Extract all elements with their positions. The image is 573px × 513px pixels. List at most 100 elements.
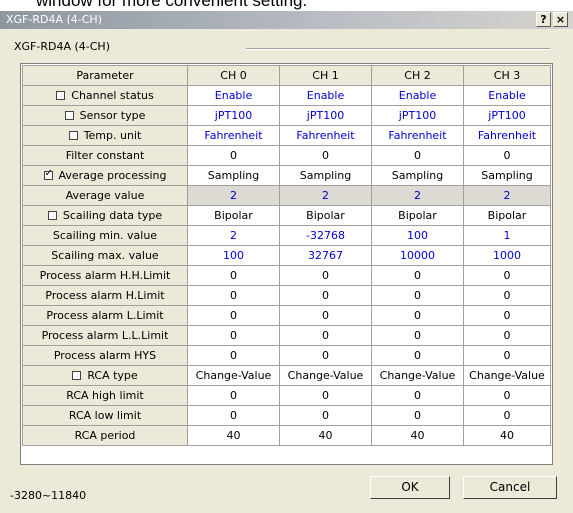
parameter-label: Sensor type [22, 105, 188, 126]
cell-ch3[interactable]: Change-Value [463, 365, 551, 386]
cell-ch3[interactable]: 0 [463, 385, 551, 406]
cell-ch0[interactable]: Enable [187, 85, 280, 106]
cell-ch0[interactable]: 0 [187, 385, 280, 406]
cell-ch1[interactable]: 0 [279, 145, 372, 166]
cell-ch1[interactable]: Bipolar [279, 205, 372, 226]
cell-ch2[interactable]: 10000 [371, 245, 464, 266]
cell-ch3[interactable]: 0 [463, 405, 551, 426]
table-row: Scailing max. value 100 32767 10000 1000 [22, 245, 551, 266]
cell-ch3[interactable]: 1000 [463, 245, 551, 266]
cell-ch1[interactable]: Fahrenheit [279, 125, 372, 146]
cell-ch0[interactable]: 100 [187, 245, 280, 266]
cell-ch3[interactable]: 0 [463, 345, 551, 366]
cell-ch2[interactable]: 0 [371, 325, 464, 346]
parameter-label: Scailing data type [22, 205, 188, 226]
cell-ch2[interactable]: 0 [371, 265, 464, 286]
cell-ch2[interactable]: 0 [371, 385, 464, 406]
parameter-label-text: Process alarm L.Limit [46, 309, 164, 322]
cell-ch0[interactable]: 0 [187, 285, 280, 306]
cell-ch3[interactable]: 1 [463, 225, 551, 246]
cell-ch1[interactable]: 0 [279, 385, 372, 406]
cell-ch0[interactable]: Bipolar [187, 205, 280, 226]
cell-ch1[interactable]: 2 [279, 185, 372, 206]
group-label: XGF-RD4A (4-CH) [14, 40, 110, 53]
cell-ch2[interactable]: Enable [371, 85, 464, 106]
cell-ch1[interactable]: Enable [279, 85, 372, 106]
help-button[interactable]: ? [536, 12, 551, 27]
checkbox[interactable] [72, 371, 82, 380]
cell-ch2[interactable]: Fahrenheit [371, 125, 464, 146]
cell-ch2[interactable]: jPT100 [371, 105, 464, 126]
cell-ch3[interactable]: 2 [463, 185, 551, 206]
header-ch0: CH 0 [187, 65, 280, 86]
cell-ch0[interactable]: Fahrenheit [187, 125, 280, 146]
cell-ch3[interactable]: Enable [463, 85, 551, 106]
table-row: Scailing data type Bipolar Bipolar Bipolar B… [22, 205, 551, 226]
parameter-label: Scailing min. value [22, 225, 188, 246]
cell-ch1[interactable]: 0 [279, 325, 372, 346]
window-title: XGF-RD4A (4-CH) [6, 13, 102, 26]
close-button[interactable]: × [553, 12, 568, 27]
table-row: Process alarm HYS 0 0 0 0 [22, 345, 551, 366]
cell-ch3[interactable]: 0 [463, 325, 551, 346]
cell-ch1[interactable]: 0 [279, 305, 372, 326]
cancel-button[interactable]: Cancel [463, 476, 557, 499]
cell-ch2[interactable]: 2 [371, 185, 464, 206]
table-row: RCA low limit 0 0 0 0 [22, 405, 551, 426]
parameter-label: Process alarm H.H.Limit [22, 265, 188, 286]
cell-ch1[interactable]: 40 [279, 425, 372, 446]
cell-ch0[interactable]: 40 [187, 425, 280, 446]
cell-ch2[interactable]: 100 [371, 225, 464, 246]
checkbox[interactable] [56, 91, 66, 100]
cell-ch3[interactable]: jPT100 [463, 105, 551, 126]
cell-ch3[interactable]: 0 [463, 145, 551, 166]
parameter-label-text: Sensor type [79, 109, 146, 122]
cell-ch2[interactable]: Sampling [371, 165, 464, 186]
cell-ch2[interactable]: Bipolar [371, 205, 464, 226]
cell-ch1[interactable]: 0 [279, 345, 372, 366]
cell-ch3[interactable]: Bipolar [463, 205, 551, 226]
cell-ch2[interactable]: 0 [371, 405, 464, 426]
cell-ch0[interactable]: 0 [187, 345, 280, 366]
checkbox[interactable] [68, 131, 78, 140]
cell-ch2[interactable]: Change-Value [371, 365, 464, 386]
cell-ch1[interactable]: Change-Value [279, 365, 372, 386]
cell-ch3[interactable]: 0 [463, 305, 551, 326]
cell-ch1[interactable]: 32767 [279, 245, 372, 266]
cell-ch0[interactable]: Sampling [187, 165, 280, 186]
parameter-label-text: Process alarm H.Limit [45, 289, 165, 302]
cell-ch2[interactable]: 0 [371, 345, 464, 366]
cell-ch1[interactable]: Sampling [279, 165, 372, 186]
table-row: Scailing min. value 2 -32768 100 1 [22, 225, 551, 246]
parameter-grid: Parameter CH 0 CH 1 CH 2 CH 3 Channel st… [20, 63, 553, 465]
cell-ch0[interactable]: Change-Value [187, 365, 280, 386]
cell-ch1[interactable]: 0 [279, 285, 372, 306]
cell-ch0[interactable]: 0 [187, 325, 280, 346]
cell-ch2[interactable]: 0 [371, 305, 464, 326]
cell-ch2[interactable]: 40 [371, 425, 464, 446]
cell-ch1[interactable]: jPT100 [279, 105, 372, 126]
ok-button[interactable]: OK [370, 476, 450, 499]
cell-ch0[interactable]: 2 [187, 225, 280, 246]
cell-ch0[interactable]: 0 [187, 145, 280, 166]
cell-ch2[interactable]: 0 [371, 145, 464, 166]
parameter-label-text: Filter constant [65, 149, 145, 162]
checkbox-checked[interactable] [43, 168, 53, 180]
cell-ch2[interactable]: 0 [371, 285, 464, 306]
cell-ch3[interactable]: 0 [463, 285, 551, 306]
cell-ch3[interactable]: Sampling [463, 165, 551, 186]
cell-ch1[interactable]: 0 [279, 265, 372, 286]
table-row: Average value 2 2 2 2 [22, 185, 551, 206]
cell-ch0[interactable]: 0 [187, 265, 280, 286]
cell-ch0[interactable]: 0 [187, 305, 280, 326]
checkbox[interactable] [47, 211, 57, 220]
cell-ch3[interactable]: 0 [463, 265, 551, 286]
cell-ch1[interactable]: 0 [279, 405, 372, 426]
cell-ch1[interactable]: -32768 [279, 225, 372, 246]
cell-ch0[interactable]: 0 [187, 405, 280, 426]
cell-ch0[interactable]: jPT100 [187, 105, 280, 126]
cell-ch0[interactable]: 2 [187, 185, 280, 206]
cell-ch3[interactable]: Fahrenheit [463, 125, 551, 146]
checkbox[interactable] [64, 111, 74, 120]
cell-ch3[interactable]: 40 [463, 425, 551, 446]
